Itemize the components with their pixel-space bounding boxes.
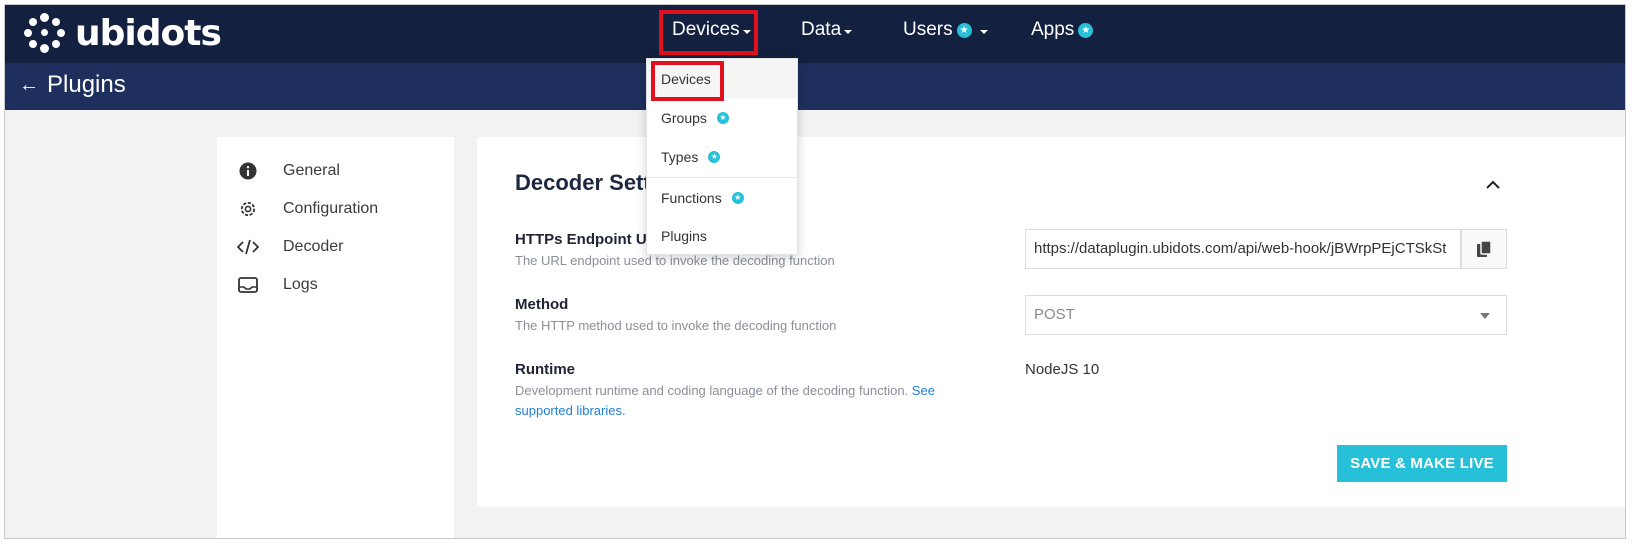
info-icon — [237, 160, 259, 182]
nav-apps[interactable]: Apps ★ — [1031, 19, 1094, 41]
runtime-value: NodeJS 10 — [1025, 361, 1100, 378]
copy-icon — [1477, 240, 1492, 257]
nav-data[interactable]: Data — [801, 19, 853, 41]
gear-icon — [237, 198, 259, 220]
method-label: Method — [515, 296, 569, 313]
sidebar-item-configuration[interactable]: Configuration — [237, 197, 378, 221]
sidebar-item-label: Decoder — [283, 238, 344, 255]
sidebar-item-label: General — [283, 162, 340, 179]
app-window: ubidots Devices Data Users ★ Apps ★ ← Pl… — [4, 4, 1626, 539]
method-help: The HTTP method used to invoke the decod… — [515, 318, 837, 333]
nav-users-label: Users — [903, 19, 953, 40]
star-badge-icon: ★ — [1078, 22, 1094, 38]
menu-item-plugins[interactable]: Plugins — [647, 216, 797, 255]
caret-down-icon — [742, 29, 751, 34]
devices-dropdown-menu: Devices Groups ★ Types ★ Functions ★ Plu… — [646, 58, 798, 255]
star-badge-icon: ★ — [956, 22, 972, 38]
plugin-sidebar: General Configuration Decoder Logs — [217, 137, 454, 538]
endpoint-url-field[interactable]: https://dataplugin.ubidots.com/api/web-h… — [1025, 229, 1461, 269]
chevron-up-icon[interactable] — [1481, 173, 1505, 197]
method-value: POST — [1034, 306, 1075, 323]
runtime-label: Runtime — [515, 361, 575, 378]
top-navbar: ubidots Devices Data Users ★ Apps ★ — [5, 5, 1625, 63]
copy-button[interactable] — [1461, 229, 1507, 269]
sidebar-item-decoder[interactable]: Decoder — [237, 235, 343, 259]
sidebar-item-logs[interactable]: Logs — [237, 273, 318, 297]
star-badge-icon: ★ — [716, 111, 729, 124]
menu-item-label: Devices — [661, 70, 711, 87]
menu-item-label: Functions — [661, 189, 722, 206]
method-select[interactable]: POST — [1025, 295, 1507, 335]
nav-data-label: Data — [801, 19, 842, 40]
star-badge-icon: ★ — [708, 150, 721, 163]
chevron-down-icon — [1480, 313, 1490, 319]
page-header: ← Plugins — [5, 63, 1625, 110]
menu-item-functions[interactable]: Functions ★ — [647, 178, 797, 217]
nav-devices[interactable]: Devices — [672, 19, 751, 41]
caret-down-icon — [844, 29, 853, 34]
nav-users[interactable]: Users ★ — [903, 19, 988, 41]
code-icon — [237, 236, 259, 258]
back-link[interactable]: ← Plugins — [19, 71, 126, 99]
page-title: Plugins — [47, 71, 126, 98]
menu-item-label: Types — [661, 148, 699, 165]
nav-apps-label: Apps — [1031, 19, 1075, 40]
star-badge-icon: ★ — [731, 191, 744, 204]
menu-item-label: Plugins — [661, 227, 707, 244]
endpoint-label: HTTPs Endpoint URL — [515, 231, 667, 248]
arrow-left-icon: ← — [19, 73, 39, 96]
sidebar-item-label: Logs — [283, 276, 318, 293]
menu-item-label: Groups — [661, 109, 707, 126]
caret-down-icon — [979, 29, 988, 34]
inbox-icon — [237, 274, 259, 296]
save-make-live-button[interactable]: SAVE & MAKE LIVE — [1337, 445, 1507, 482]
nav-devices-label: Devices — [672, 19, 740, 40]
menu-item-devices[interactable]: Devices — [647, 59, 797, 98]
runtime-help-text: Development runtime and coding language … — [515, 383, 909, 398]
menu-item-types[interactable]: Types ★ — [647, 137, 797, 176]
runtime-help: Development runtime and coding language … — [515, 381, 965, 421]
logo-wordmark: ubidots — [75, 12, 222, 54]
sidebar-item-label: Configuration — [283, 200, 379, 217]
logo-dots-icon — [23, 11, 67, 55]
ubidots-logo[interactable]: ubidots — [23, 11, 222, 55]
menu-item-groups[interactable]: Groups ★ — [647, 98, 797, 137]
sidebar-item-general[interactable]: General — [237, 159, 340, 183]
